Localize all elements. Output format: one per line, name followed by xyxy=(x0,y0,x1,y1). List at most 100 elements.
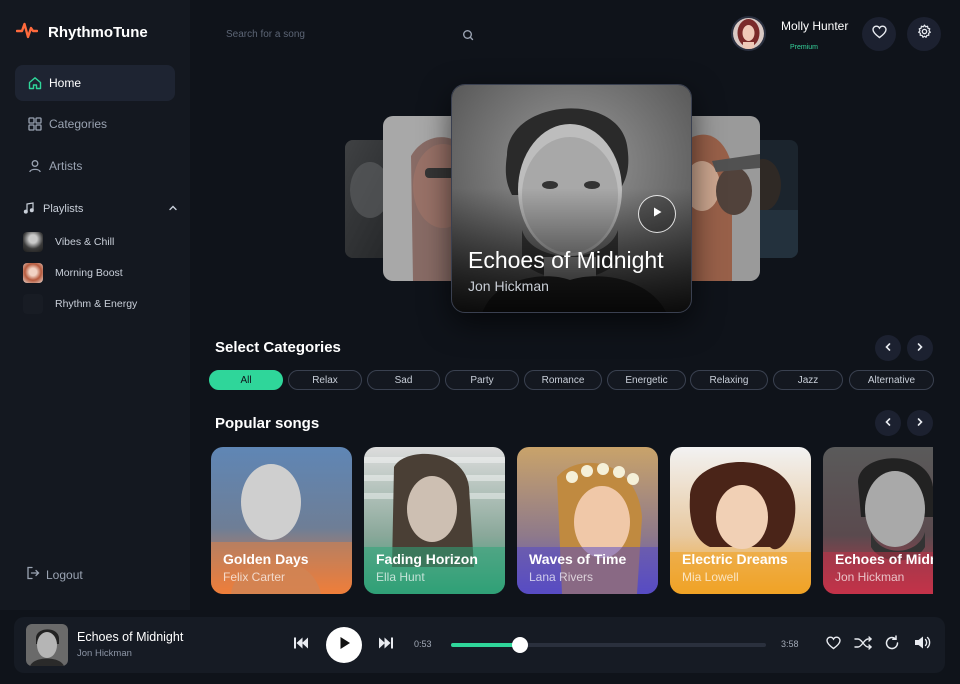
playlist-item[interactable]: Morning Boost xyxy=(23,262,173,284)
category-chip-romance[interactable]: Romance xyxy=(524,370,602,390)
play-pause-button[interactable] xyxy=(326,627,362,663)
song-card[interactable]: Fading Horizon Ella Hunt xyxy=(364,447,505,594)
skip-forward-icon xyxy=(378,636,394,655)
logout-button[interactable]: Logout xyxy=(26,566,83,583)
category-chip-sad[interactable]: Sad xyxy=(367,370,440,390)
playlists-toggle[interactable]: Playlists xyxy=(23,200,178,218)
progress-handle[interactable] xyxy=(512,637,529,653)
chevron-up-icon xyxy=(168,203,178,216)
category-chip-relax[interactable]: Relax xyxy=(288,370,362,390)
now-playing-cover xyxy=(26,624,68,666)
now-playing-bar: Echoes of Midnight Jon Hickman 0:53 3:58 xyxy=(14,617,945,673)
popular-prev-button[interactable] xyxy=(875,410,901,436)
playlist-label: Morning Boost xyxy=(55,267,123,279)
like-button[interactable] xyxy=(824,635,842,655)
settings-button[interactable] xyxy=(907,17,941,51)
playlist-thumbnail xyxy=(23,263,43,283)
shuffle-icon xyxy=(854,635,872,655)
category-chip-jazz[interactable]: Jazz xyxy=(773,370,843,390)
song-title: Echoes of Midnight xyxy=(835,551,933,567)
gear-icon xyxy=(917,24,932,44)
popular-next-button[interactable] xyxy=(907,410,933,436)
playlist-thumbnail xyxy=(23,232,43,252)
sidebar-item-label: Artists xyxy=(49,159,83,173)
elapsed-time: 0:53 xyxy=(414,639,432,649)
next-button[interactable] xyxy=(377,636,395,654)
category-chip-energetic[interactable]: Energetic xyxy=(607,370,686,390)
song-artist: Ella Hunt xyxy=(376,570,425,584)
song-card[interactable]: Golden Days Felix Carter xyxy=(211,447,352,594)
total-duration: 3:58 xyxy=(781,639,799,649)
play-button[interactable] xyxy=(638,195,676,233)
shuffle-button[interactable] xyxy=(853,635,873,655)
heart-icon xyxy=(825,635,841,655)
song-card[interactable]: Waves of Time Lana Rivers xyxy=(517,447,658,594)
brand[interactable]: RhythmoTune xyxy=(15,20,148,45)
music-note-icon xyxy=(23,201,35,217)
volume-button[interactable] xyxy=(913,636,933,654)
category-chip-party[interactable]: Party xyxy=(445,370,519,390)
chevron-right-icon xyxy=(915,414,925,432)
logout-label: Logout xyxy=(46,567,83,582)
progress-slider[interactable] xyxy=(451,637,766,653)
playlist-thumbnail xyxy=(23,294,43,314)
favorites-button[interactable] xyxy=(862,17,896,51)
search-icon[interactable] xyxy=(462,28,474,46)
now-playing-artist: Jon Hickman xyxy=(77,648,132,659)
song-title: Golden Days xyxy=(223,551,309,567)
logo-icon xyxy=(15,20,39,45)
category-chip-alternative[interactable]: Alternative xyxy=(849,370,934,390)
playlist-item[interactable]: Vibes & Chill xyxy=(23,231,173,253)
song-card[interactable]: Electric Dreams Mia Lowell xyxy=(670,447,811,594)
repeat-button[interactable] xyxy=(883,634,901,656)
play-icon xyxy=(338,636,351,655)
volume-icon xyxy=(914,635,932,655)
avatar xyxy=(731,16,766,51)
playlist-item[interactable]: Rhythm & Energy xyxy=(23,293,173,315)
grid-icon xyxy=(27,116,43,132)
song-title: Fading Horizon xyxy=(376,551,478,567)
categories-next-button[interactable] xyxy=(907,335,933,361)
search-bar xyxy=(210,18,480,50)
song-artist: Felix Carter xyxy=(223,570,286,584)
sidebar-item-home[interactable]: Home xyxy=(15,65,175,101)
sidebar-item-categories[interactable]: Categories xyxy=(15,106,175,142)
song-artist: Mia Lowell xyxy=(682,570,739,584)
skip-back-icon xyxy=(293,636,309,655)
song-title: Electric Dreams xyxy=(682,551,788,567)
popular-heading: Popular songs xyxy=(215,415,320,432)
previous-button[interactable] xyxy=(292,636,310,654)
category-chip-all[interactable]: All xyxy=(209,370,283,390)
categories-prev-button[interactable] xyxy=(875,335,901,361)
featured-artist: Jon Hickman xyxy=(468,278,549,294)
chevron-right-icon xyxy=(915,339,925,357)
featured-title: Echoes of Midnight xyxy=(468,247,664,273)
sidebar-item-label: Categories xyxy=(49,117,108,131)
category-chips: All Relax Sad Party Romance Energetic Re… xyxy=(209,370,935,390)
featured-song-card[interactable]: Echoes of Midnight Jon Hickman xyxy=(451,84,692,313)
category-chip-relaxing[interactable]: Relaxing xyxy=(690,370,768,390)
sidebar-item-label: Home xyxy=(49,76,82,90)
chevron-left-icon xyxy=(883,339,893,357)
song-artist: Jon Hickman xyxy=(835,570,905,584)
playlists-label: Playlists xyxy=(43,203,84,215)
categories-heading: Select Categories xyxy=(215,339,341,356)
user-profile[interactable]: Molly Hunter Premium xyxy=(731,16,848,51)
search-input[interactable] xyxy=(226,28,456,40)
song-artist: Lana Rivers xyxy=(529,570,594,584)
repeat-icon xyxy=(884,634,900,656)
play-icon xyxy=(651,205,663,223)
sidebar-item-artists[interactable]: Artists xyxy=(15,148,175,184)
playlist-label: Rhythm & Energy xyxy=(55,298,138,310)
song-card[interactable]: Echoes of Midnight Jon Hickman xyxy=(823,447,933,594)
home-icon xyxy=(27,75,43,91)
chevron-left-icon xyxy=(883,414,893,432)
heart-icon xyxy=(871,24,887,44)
progress-fill xyxy=(451,643,521,647)
brand-name: RhythmoTune xyxy=(48,24,148,41)
sidebar: RhythmoTune Home Categories Artists Play… xyxy=(0,0,190,610)
song-title: Waves of Time xyxy=(529,551,627,567)
now-playing-title: Echoes of Midnight xyxy=(77,630,184,644)
user-name: Molly Hunter xyxy=(781,19,849,33)
plan-badge: Premium xyxy=(790,44,819,51)
